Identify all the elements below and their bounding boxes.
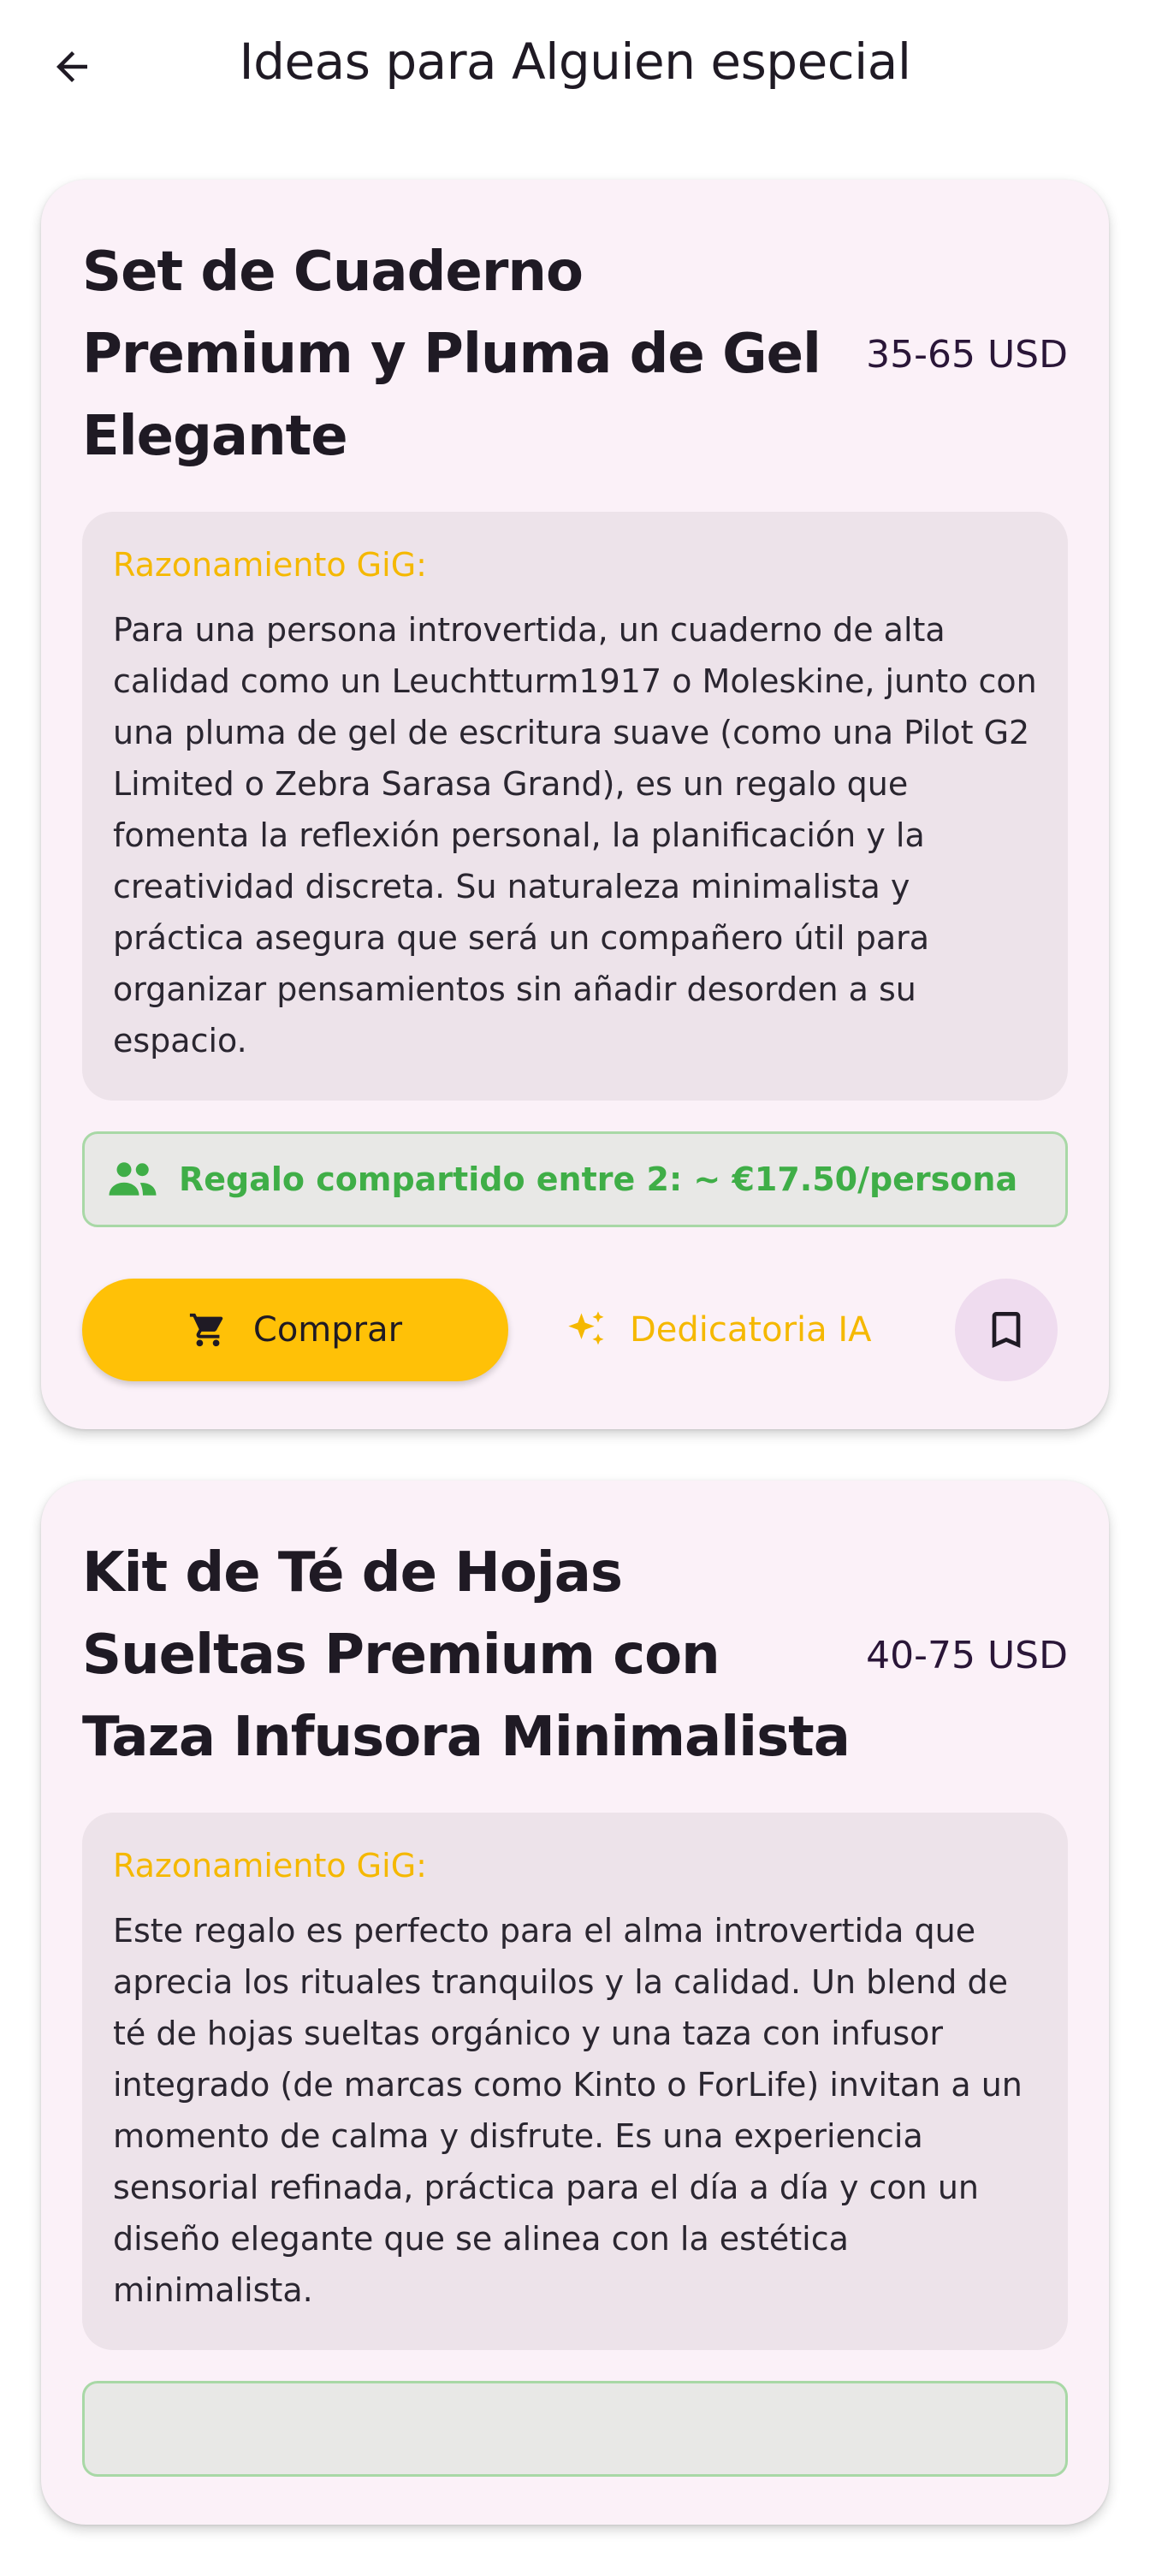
shared-gift-banner: Regalo compartido entre 2: ~ €17.50/pers…	[82, 1131, 1068, 1227]
shared-gift-text: Regalo compartido entre 2: ~ €17.50/pers…	[179, 1160, 1018, 1198]
reasoning-text: Este regalo es perfecto para el alma int…	[113, 1912, 1023, 2309]
buy-button[interactable]: Comprar	[82, 1279, 508, 1381]
gift-card: Set de Cuaderno Premium y Pluma de Gel E…	[41, 180, 1109, 1429]
reasoning-box: Razonamiento GiG: Para una persona intro…	[82, 512, 1068, 1101]
shopping-cart-icon	[189, 1313, 223, 1347]
bookmark-button[interactable]	[955, 1279, 1058, 1381]
reasoning-label: Razonamiento GiG:	[113, 546, 427, 584]
gift-title: Set de Cuaderno Premium y Pluma de Gel E…	[82, 240, 821, 468]
reasoning-text: Para una persona introvertida, un cuader…	[113, 611, 1037, 1059]
sparkle-icon	[568, 1311, 604, 1345]
app-bar: Ideas para Alguien especial	[0, 0, 1150, 137]
gift-title: Kit de Té de Hojas Sueltas Premium con T…	[82, 1541, 851, 1769]
gift-card: Kit de Té de Hojas Sueltas Premium con T…	[41, 1481, 1109, 2525]
gift-list[interactable]: Set de Cuaderno Premium y Pluma de Gel E…	[41, 180, 1109, 2576]
price-range: 35-65 USD	[866, 332, 1068, 377]
page-title: Ideas para Alguien especial	[239, 33, 911, 91]
card-header: Kit de Té de Hojas Sueltas Premium con T…	[82, 1532, 1068, 1778]
card-actions: Comprar Dedicatoria IA	[82, 1279, 1068, 1381]
group-icon	[107, 1160, 158, 1198]
bookmark-icon	[992, 1312, 1021, 1348]
card-header: Set de Cuaderno Premium y Pluma de Gel E…	[82, 231, 1068, 478]
ai-dedication-label: Dedicatoria IA	[630, 1310, 872, 1350]
reasoning-label: Razonamiento GiG:	[113, 1847, 427, 1885]
price-range: 40-75 USD	[866, 1633, 1068, 1677]
ai-dedication-button[interactable]: Dedicatoria IA	[565, 1279, 872, 1381]
buy-label: Comprar	[252, 1310, 403, 1350]
shared-gift-banner	[82, 2381, 1068, 2477]
reasoning-box: Razonamiento GiG: Este regalo es perfect…	[82, 1813, 1068, 2350]
